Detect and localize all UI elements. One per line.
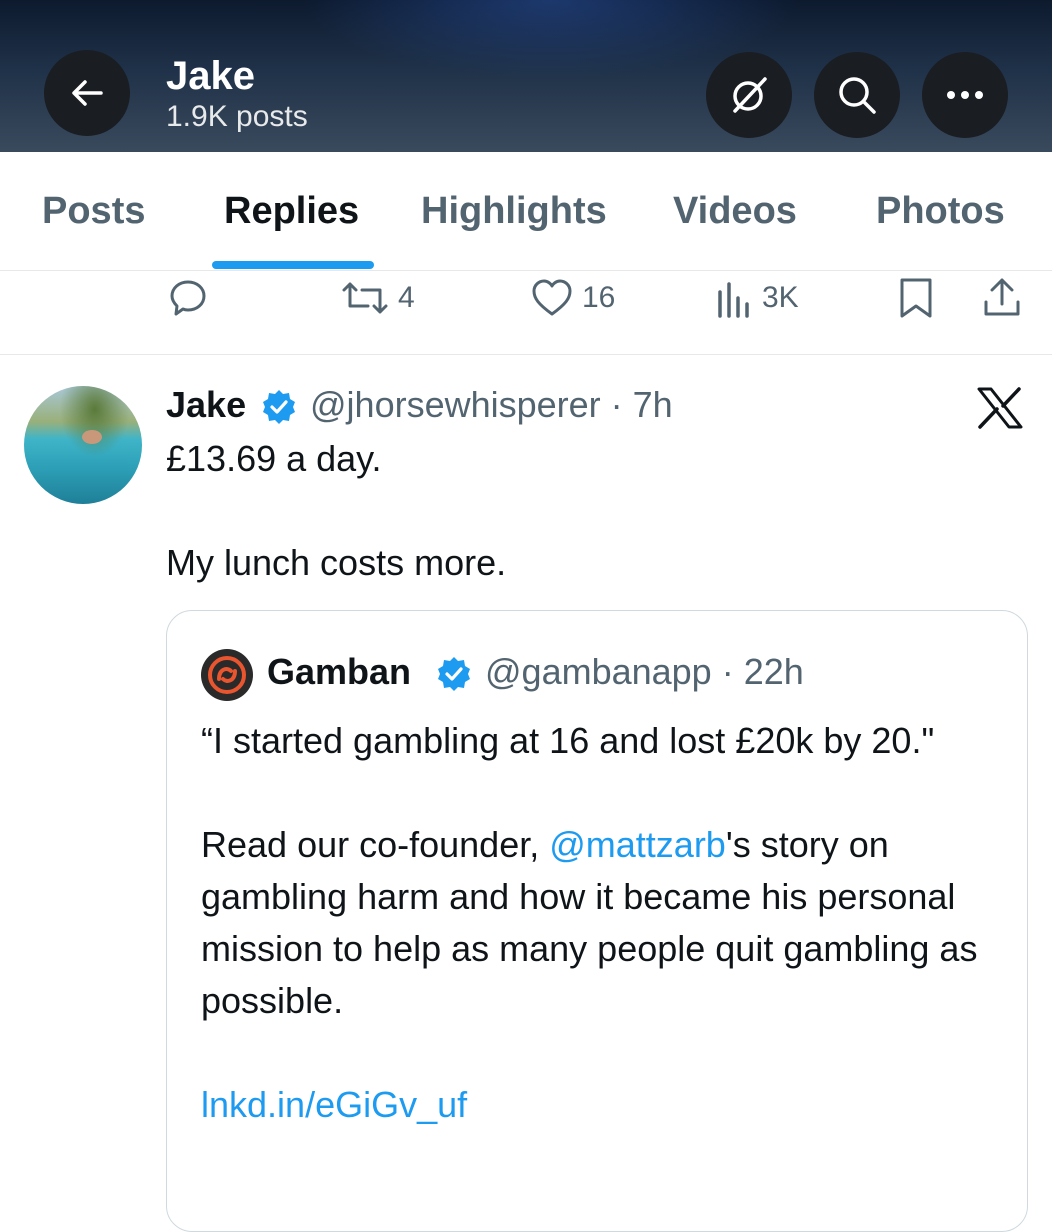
arrow-left-icon <box>72 80 103 106</box>
views-button[interactable]: 3K <box>714 276 799 320</box>
reply-icon <box>170 280 206 316</box>
profile-header: Jake 1.9K posts <box>0 0 1052 152</box>
bookmark-icon <box>900 278 932 318</box>
retweet-count: 4 <box>398 281 415 314</box>
gamban-logo-icon <box>208 656 246 694</box>
quote-paragraph-1: “I started gambling at 16 and lost £20k … <box>201 720 935 761</box>
heart-icon <box>532 279 572 316</box>
retweet-icon <box>342 282 388 314</box>
external-link[interactable]: lnkd.in/eGiGv_uf <box>201 1084 467 1125</box>
share-icon <box>984 278 1020 316</box>
like-count: 16 <box>582 281 616 314</box>
tweet-text-line1: £13.69 a day. <box>166 438 382 479</box>
more-button[interactable] <box>922 52 1008 138</box>
more-icon <box>947 91 983 99</box>
posts-count: 1.9K posts <box>166 100 308 133</box>
verified-badge-icon <box>438 657 470 691</box>
quote-paragraph-2: Read our co-founder, @mattzarb's story o… <box>201 819 1001 1027</box>
profile-tabs: Posts Replies Highlights Videos Photos <box>0 152 1052 271</box>
profile-name: Jake <box>166 54 255 98</box>
grok-button[interactable] <box>706 52 792 138</box>
back-button[interactable] <box>44 50 130 136</box>
tab-highlights[interactable]: Highlights <box>421 190 607 233</box>
share-button[interactable] <box>980 276 1024 320</box>
tweet-author-name[interactable]: Jake <box>166 384 246 426</box>
retweet-button[interactable]: 4 <box>340 276 415 320</box>
tab-photos[interactable]: Photos <box>876 190 1005 233</box>
quoted-tweet-card[interactable]: Gamban @gambanapp · 22h “I started gambl… <box>166 610 1028 1232</box>
tab-replies[interactable]: Replies <box>224 190 359 233</box>
like-button[interactable]: 16 <box>530 276 615 320</box>
grok-icon <box>733 77 767 113</box>
bookmark-button[interactable] <box>896 276 936 320</box>
previous-tweet-actions: 4 16 3K <box>0 270 1052 355</box>
search-button[interactable] <box>814 52 900 138</box>
quote-text-before-mention: Read our co-founder, <box>201 824 550 865</box>
quote-author-name[interactable]: Gamban <box>267 651 411 693</box>
reply-button[interactable] <box>166 276 210 320</box>
verified-badge-icon <box>263 390 295 424</box>
tab-videos[interactable]: Videos <box>673 190 797 233</box>
gamban-avatar <box>201 649 253 701</box>
tweet-handle-time[interactable]: @jhorsewhisperer · 7h <box>310 384 673 426</box>
quote-handle-time[interactable]: @gambanapp · 22h <box>485 651 804 693</box>
author-avatar[interactable] <box>24 386 142 504</box>
tweet-text-line2: My lunch costs more. <box>166 542 507 583</box>
active-tab-indicator <box>212 261 374 269</box>
search-icon <box>839 77 876 114</box>
quote-body: “I started gambling at 16 and lost £20k … <box>201 715 1001 1131</box>
x-logo-icon[interactable] <box>976 386 1024 430</box>
mention-link[interactable]: @mattzarb <box>549 824 726 865</box>
views-icon <box>718 282 749 318</box>
tab-posts[interactable]: Posts <box>42 190 145 233</box>
views-count: 3K <box>762 281 799 314</box>
